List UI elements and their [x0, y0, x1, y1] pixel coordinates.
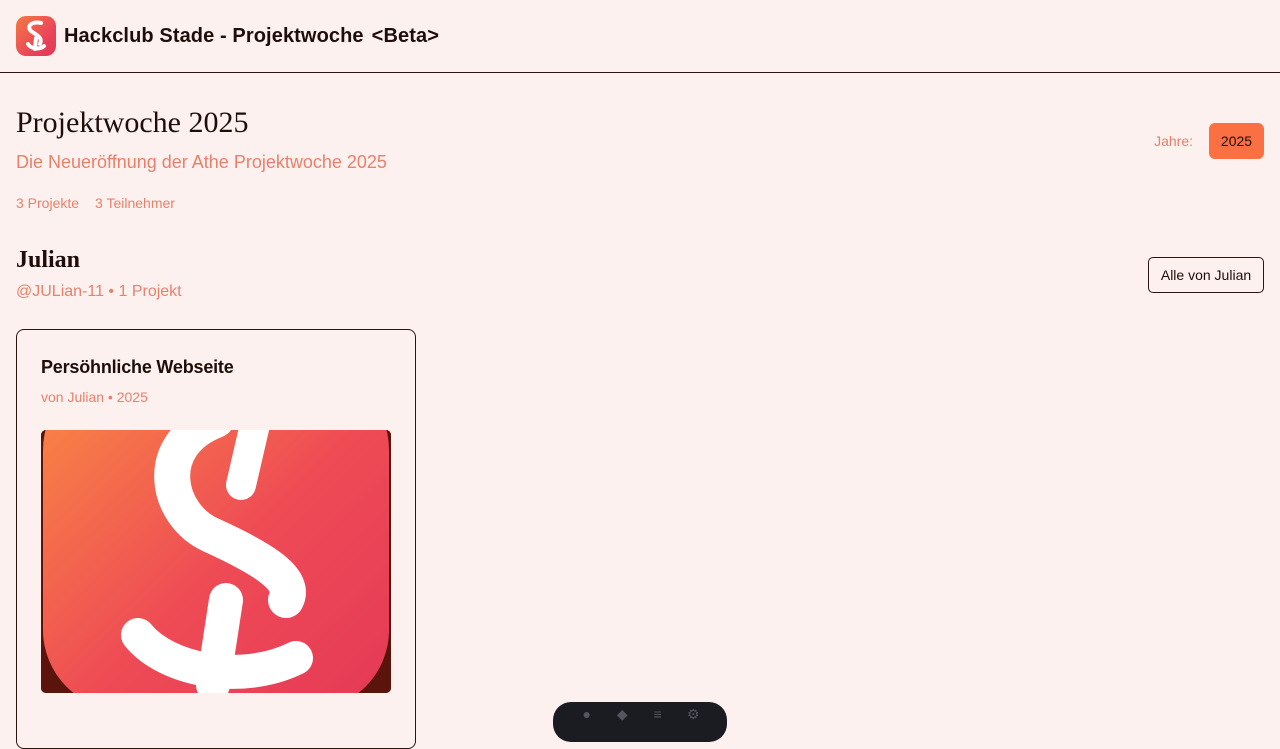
dev-toolbar[interactable]: ● ◆ ≡ ⚙: [553, 702, 727, 742]
projects-count: 3 Projekte: [16, 195, 80, 211]
year-button-2025[interactable]: 2025: [1209, 123, 1264, 159]
project-meta: von Julian • 2025: [41, 389, 148, 405]
hackclub-stade-logo-icon[interactable]: [16, 16, 56, 56]
stats-row: 3 Projekte 3 Teilnehmer: [16, 195, 175, 211]
app-title-text: Hackclub Stade - Projektwoche: [64, 24, 364, 47]
beta-badge: <Beta>: [371, 24, 439, 47]
project-card[interactable]: Persöhnliche Webseite von Julian • 2025: [16, 329, 416, 749]
project-image[interactable]: [41, 430, 391, 693]
menu-icon[interactable]: ≡: [650, 707, 666, 721]
page-title: Projektwoche 2025: [16, 106, 249, 139]
page-subtitle: Die Neueröffnung der Athe Projektwoche 2…: [16, 152, 387, 172]
paint-icon[interactable]: ◆: [614, 707, 630, 721]
top-bar: Hackclub Stade - Projektwoche <Beta>: [0, 0, 1280, 73]
years-label: Jahre:: [1154, 133, 1193, 149]
participant-name: Julian: [16, 247, 81, 273]
all-projects-by-participant-button[interactable]: Alle von Julian: [1148, 257, 1264, 293]
year-filter: Jahre: 2025: [1154, 123, 1264, 159]
app-title[interactable]: Hackclub Stade - Projektwoche <Beta>: [64, 25, 439, 48]
participants-count: 3 Teilnehmer: [95, 195, 175, 211]
microphone-icon[interactable]: ●: [579, 707, 595, 721]
participant-meta: @JULian-11 • 1 Projekt: [16, 283, 182, 300]
hackclub-stade-logo-icon: [41, 430, 391, 693]
project-title[interactable]: Persöhnliche Webseite: [41, 357, 391, 378]
settings-icon[interactable]: ⚙: [685, 707, 701, 721]
